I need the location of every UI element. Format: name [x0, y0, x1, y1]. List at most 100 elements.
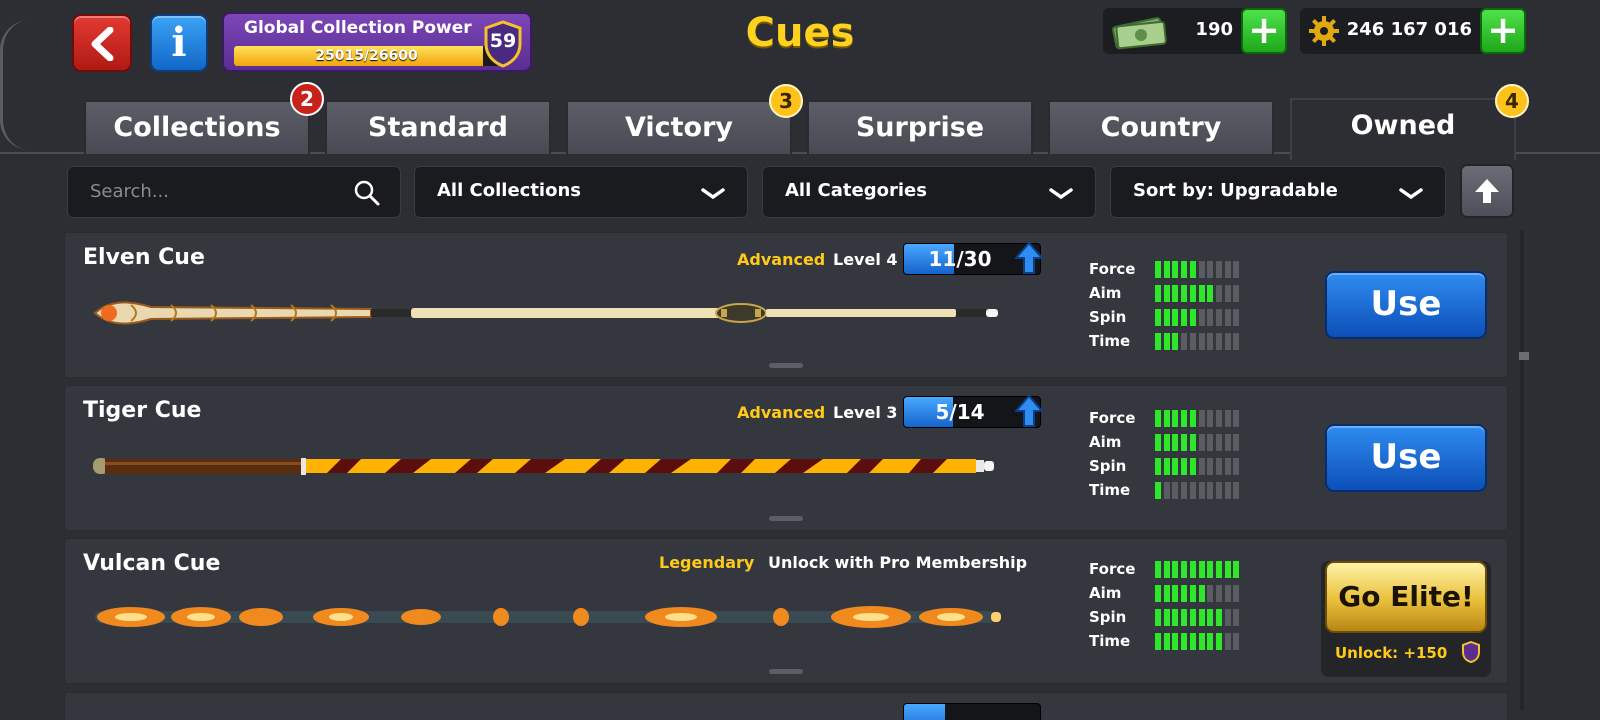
stat-segment [1224, 482, 1231, 499]
stat-segment [1181, 633, 1188, 650]
stat-segment [1215, 482, 1222, 499]
stat-segment [1172, 609, 1179, 626]
cash-value: 190 [1195, 19, 1233, 40]
stat-segment [1155, 261, 1161, 278]
stat-segment [1224, 458, 1231, 475]
stat-segment [1198, 285, 1205, 302]
stat-segment [1215, 309, 1222, 326]
cue-unlock-requirement: Unlock with Pro Membership [768, 553, 1028, 572]
cue-card-tiger[interactable]: Tiger Cue Advanced Level 3 5/14 Force Ai… [64, 385, 1508, 531]
tab-label: Owned [1350, 110, 1456, 141]
cue-rarity: Legendary [659, 553, 755, 572]
stat-segment [1215, 434, 1222, 451]
expand-handle[interactable] [769, 669, 803, 674]
tab-collections[interactable]: Collections [84, 100, 310, 154]
stat-force: Force [1089, 557, 1259, 581]
cue-level-progress [903, 703, 1041, 720]
cue-card-vulcan[interactable]: Vulcan Cue Legendary Unlock with Pro Mem… [64, 538, 1508, 684]
stat-segment [1172, 285, 1179, 302]
stat-segment [1198, 585, 1205, 602]
stat-segment [1207, 609, 1214, 626]
stat-segment [1224, 609, 1231, 626]
stat-segment [1189, 561, 1196, 578]
collection-power-panel[interactable]: Global Collection Power 25015/26600 59 [222, 12, 532, 72]
stat-aim: Aim [1089, 430, 1259, 454]
tab-owned[interactable]: Owned [1290, 98, 1516, 160]
stat-label: Aim [1089, 433, 1122, 451]
tab-country[interactable]: Country [1048, 100, 1274, 154]
stat-segment [1163, 482, 1170, 499]
stat-segment [1172, 410, 1179, 427]
stat-segment [1233, 609, 1240, 626]
expand-handle[interactable] [769, 363, 803, 368]
tab-label: Country [1100, 112, 1222, 143]
stat-segment [1233, 434, 1240, 451]
back-button[interactable] [72, 14, 132, 72]
stat-label: Time [1089, 332, 1131, 350]
stat-segment [1207, 285, 1214, 302]
stat-time: Time [1089, 329, 1259, 353]
stat-label: Spin [1089, 457, 1127, 475]
stat-segment [1181, 458, 1188, 475]
stat-segment [1172, 333, 1179, 350]
category-dropdown[interactable]: All Categories [762, 166, 1096, 218]
stat-segment [1189, 309, 1196, 326]
chevron-down-icon [701, 188, 725, 200]
use-button[interactable]: Use [1325, 424, 1487, 492]
stat-segment [1172, 309, 1179, 326]
stat-segment [1155, 434, 1161, 451]
stat-segment [1224, 261, 1231, 278]
sort-dropdown[interactable]: Sort by: Upgradable [1110, 166, 1446, 218]
stat-segment [1215, 633, 1222, 650]
add-cash-button[interactable]: + [1241, 8, 1287, 54]
stat-label: Force [1089, 560, 1136, 578]
stat-segment [1198, 261, 1205, 278]
stat-segment [1163, 309, 1170, 326]
info-icon: i [171, 19, 187, 66]
scrollbar-thumb[interactable] [1519, 352, 1529, 360]
category-dropdown-value: All Categories [785, 180, 927, 201]
back-arrow-icon [91, 27, 114, 61]
use-button[interactable]: Use [1325, 271, 1487, 339]
stat-segment [1172, 633, 1179, 650]
stat-segment [1189, 261, 1196, 278]
upgrade-arrow-icon[interactable] [1015, 241, 1043, 275]
stat-segment [1155, 585, 1161, 602]
tab-standard[interactable]: Standard [325, 100, 551, 154]
go-elite-button[interactable]: Go Elite! [1325, 561, 1487, 633]
collection-dropdown[interactable]: All Collections [414, 166, 748, 218]
stat-force: Force [1089, 257, 1259, 281]
tab-victory[interactable]: Victory [566, 100, 792, 154]
cue-card-partial[interactable] [64, 692, 1508, 720]
stat-segment [1233, 482, 1240, 499]
stat-segment [1215, 561, 1222, 578]
stat-segment [1207, 410, 1214, 427]
stat-segment [1155, 285, 1161, 302]
sort-direction-button[interactable] [1460, 164, 1514, 218]
chevron-down-icon [1399, 188, 1423, 200]
stat-segment [1207, 585, 1214, 602]
expand-handle[interactable] [769, 516, 803, 521]
stat-segment [1207, 633, 1214, 650]
cash-counter: 190 + [1103, 8, 1287, 54]
stat-segment [1181, 309, 1188, 326]
stat-segment [1198, 410, 1205, 427]
stat-segment [1155, 561, 1161, 578]
cue-card-elven[interactable]: Elven Cue Advanced Level 4 11/30 Force A… [64, 232, 1508, 378]
stat-label: Spin [1089, 308, 1127, 326]
scrollbar-track[interactable] [1520, 230, 1524, 710]
upgrade-arrow-icon[interactable] [1015, 394, 1043, 428]
cue-name: Tiger Cue [83, 398, 202, 423]
collection-power-text: 25015/26600 [315, 48, 418, 64]
stat-segment [1207, 261, 1214, 278]
stat-segment [1224, 434, 1231, 451]
stat-segment [1207, 561, 1214, 578]
stat-segment [1181, 482, 1188, 499]
search-input[interactable]: Search... [67, 166, 401, 218]
info-button[interactable]: i [150, 14, 208, 72]
notification-badge: 2 [290, 82, 324, 116]
tab-surprise[interactable]: Surprise [807, 100, 1033, 154]
add-coins-button[interactable]: + [1480, 8, 1526, 54]
stat-segment [1155, 309, 1161, 326]
stat-segment [1163, 285, 1170, 302]
